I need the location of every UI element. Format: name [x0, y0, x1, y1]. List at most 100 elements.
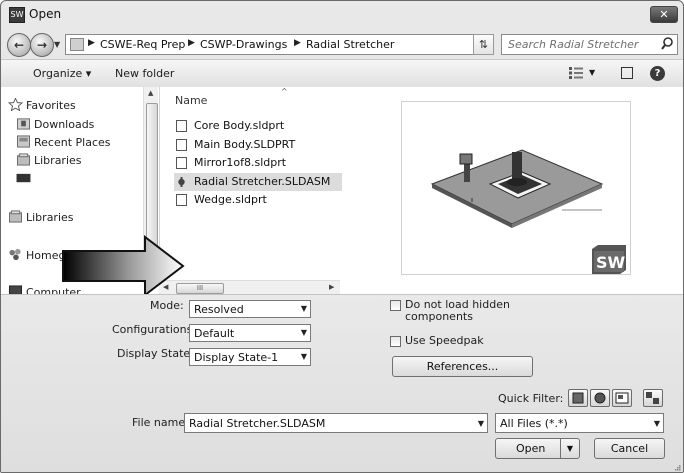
address-bar[interactable]: ▶ CSWE-Req Prep ▶ CSWP-Drawings ▶ Radial…	[65, 34, 493, 55]
recent-places-icon	[17, 135, 30, 148]
file-item[interactable]: Wedge.sldprt	[174, 191, 342, 209]
file-item[interactable]: Main Body.SLDPRT	[174, 136, 342, 154]
star-icon	[8, 98, 23, 111]
file-name-input[interactable]: Radial Stretcher.SLDASM ▼	[184, 413, 488, 433]
search-input[interactable]: Search Radial Stretcher	[501, 34, 678, 55]
part-file-icon	[176, 157, 187, 169]
scroll-up-icon[interactable]: ▲	[148, 89, 153, 97]
window-title: Open	[29, 7, 62, 21]
mode-select[interactable]: Resolved ▼	[189, 300, 311, 318]
part-file-icon	[176, 194, 187, 206]
file-name-value: Radial Stretcher.SLDASM	[189, 417, 326, 430]
title-bar: SW Open ✕	[1, 1, 683, 29]
file-item[interactable]: Mirror1of8.sldprt	[174, 154, 342, 172]
open-button-label: Open	[516, 442, 546, 455]
command-toolbar: Organize ▾ New folder ▼ ?	[1, 59, 683, 89]
recent-pages-dropdown[interactable]: ▼	[54, 40, 60, 49]
breadcrumb-arrow-icon[interactable]: ▶	[88, 38, 95, 48]
close-button[interactable]: ✕	[650, 6, 678, 23]
preview-pane-icon[interactable]	[621, 67, 633, 79]
display-states-value: Display State-1	[194, 351, 279, 364]
forward-button[interactable]: →	[30, 33, 54, 57]
file-name: Wedge.sldprt	[194, 193, 267, 206]
display-states-select[interactable]: Display State-1 ▼	[189, 348, 311, 366]
references-button[interactable]: References...	[392, 356, 533, 377]
back-button[interactable]: ←	[7, 33, 31, 57]
filter-top-level-assemblies-button[interactable]	[643, 389, 663, 407]
file-name: Core Body.sldprt	[194, 119, 285, 132]
solidworks-logo: SW	[592, 245, 626, 274]
chevron-down-icon: ▼	[653, 419, 660, 428]
chevron-down-icon: ▼	[300, 304, 307, 313]
breadcrumb-arrow-icon[interactable]: ▶	[294, 38, 301, 48]
sidebar-item-recent-places[interactable]: Recent Places	[1, 134, 141, 152]
file-type-value: All Files (*.*)	[500, 417, 568, 430]
computer-icon	[8, 285, 22, 294]
filter-drawings-button[interactable]	[612, 389, 632, 407]
content-area: Favorites Downloads Recent Places Librar…	[1, 87, 683, 297]
use-speedpak-checkbox[interactable]	[390, 336, 401, 347]
libraries-icon	[17, 153, 30, 166]
breadcrumb-item[interactable]: CSWE-Req Prep	[100, 38, 185, 51]
filter-parts-button[interactable]	[568, 389, 588, 407]
svg-text:SW: SW	[596, 253, 626, 272]
cancel-button[interactable]: Cancel	[594, 438, 665, 459]
file-type-select[interactable]: All Files (*.*) ▼	[495, 413, 664, 433]
change-view-icon[interactable]	[569, 67, 583, 79]
do-not-load-hidden-checkbox[interactable]	[390, 300, 401, 311]
file-name: Main Body.SLDPRT	[194, 138, 296, 151]
sidebar-item-label: Favorites	[26, 99, 76, 112]
sidebar-item-libraries[interactable]: Libraries	[1, 209, 141, 227]
sidebar-item-downloads[interactable]: Downloads	[1, 116, 141, 134]
sidebar-item-label: Downloads	[34, 118, 95, 131]
desktop-icon	[16, 173, 31, 183]
file-item[interactable]: Core Body.sldprt	[174, 117, 342, 135]
resize-grip-icon[interactable]	[673, 463, 681, 471]
file-item-selected[interactable]: Radial Stretcher.SLDASM	[174, 173, 342, 191]
libraries-icon	[9, 210, 22, 223]
open-options-dropdown-icon[interactable]: ▼	[560, 439, 579, 458]
file-name: Radial Stretcher.SLDASM	[194, 175, 331, 188]
chevron-down-icon: ▼	[300, 352, 307, 361]
column-header-name[interactable]: Name	[175, 94, 207, 107]
part-file-icon	[176, 120, 187, 132]
scrollbar-thumb[interactable]	[146, 103, 158, 255]
organize-button[interactable]: Organize ▾	[33, 67, 91, 80]
top-level-assembly-filter-icon	[646, 392, 659, 404]
view-dropdown-icon[interactable]: ▼	[589, 68, 595, 77]
breadcrumb-item[interactable]: CSWP-Drawings	[200, 38, 287, 51]
configurations-label: Configurations:	[112, 323, 197, 336]
search-icon[interactable]	[661, 37, 673, 51]
open-dialog: SW Open ✕ ← → ▼ ▶ CSWE-Req Prep ▶ CSWP-D…	[0, 0, 684, 473]
sidebar-item-desktop[interactable]	[1, 171, 141, 189]
options-panel: Mode: Resolved ▼ Configurations: Default…	[1, 294, 683, 472]
configurations-select[interactable]: Default ▼	[189, 324, 311, 342]
part-file-icon	[176, 139, 187, 151]
configurations-value: Default	[194, 327, 235, 340]
solidworks-app-icon: SW	[9, 7, 25, 23]
filter-assemblies-button[interactable]	[590, 389, 610, 407]
part-filter-icon	[572, 392, 584, 404]
help-icon[interactable]: ?	[650, 66, 665, 81]
chevron-down-icon: ▼	[300, 328, 307, 337]
new-folder-button[interactable]: New folder	[115, 67, 174, 80]
display-states-label: Display States:	[117, 347, 200, 360]
sort-ascending-icon: ^	[281, 87, 288, 96]
drawing-filter-icon	[615, 392, 629, 404]
scroll-right-icon[interactable]: ▶	[329, 283, 334, 291]
chevron-down-icon[interactable]: ▼	[478, 419, 484, 428]
assembly-file-icon	[176, 176, 187, 188]
breadcrumb-item[interactable]: Radial Stretcher	[306, 38, 394, 51]
refresh-button[interactable]: ⇅	[473, 34, 494, 55]
assembly-filter-icon	[594, 392, 606, 404]
file-name-label: File name:	[132, 416, 189, 429]
sidebar-item-libraries[interactable]: Libraries	[1, 152, 141, 170]
folder-icon	[70, 38, 84, 51]
sidebar-item-favorites[interactable]: Favorites	[1, 97, 141, 115]
open-button[interactable]: Open ▼	[495, 438, 580, 459]
breadcrumb-arrow-icon[interactable]: ▶	[188, 38, 195, 48]
downloads-folder-icon	[17, 118, 30, 130]
do-not-load-hidden-label: Do not load hidden components	[405, 298, 510, 323]
sidebar-item-label: Recent Places	[34, 136, 111, 149]
use-speedpak-label: Use Speedpak	[405, 334, 484, 347]
